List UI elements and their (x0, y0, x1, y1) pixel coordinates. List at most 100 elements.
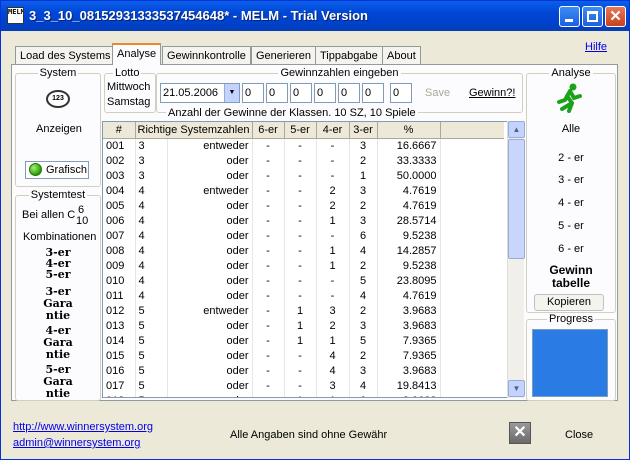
cell-5er: - (284, 378, 317, 393)
table-row[interactable]: 009 4 oder - -1 2 9.5238 (103, 258, 504, 273)
table-row[interactable]: 003 3 oder - - -1 50.0000 (103, 168, 504, 183)
close-x-icon[interactable]: ✕ (509, 422, 531, 444)
table-row[interactable]: 0185oder-1163.9683 (103, 393, 504, 397)
tab-gewinnkontrolle[interactable]: Gewinnkontrolle (162, 46, 251, 64)
col-header-richtige[interactable]: Richtige Systemzahlen (135, 122, 253, 139)
col-header-percent[interactable]: % (377, 122, 441, 139)
save-button[interactable]: Save (425, 87, 450, 99)
table-scrollbar[interactable]: ▲ ▼ (507, 121, 525, 398)
table-row[interactable]: 014 5 oder -1 1 5 7.9365 (103, 333, 504, 348)
table-row[interactable]: 010 4 oder - - -5 23.8095 (103, 273, 504, 288)
tab-generieren[interactable]: Generieren (251, 46, 317, 64)
number-input-3[interactable]: 0 (290, 83, 312, 103)
title-bar[interactable]: MELM 3_3_10_08152931333537454648* - MELM… (1, 1, 629, 31)
garantie-3er-button[interactable]: 3-er Gara ntie (27, 286, 89, 322)
col-header-3er[interactable]: 3-er (349, 122, 378, 139)
cell-6er: - (252, 258, 285, 273)
maximize-button[interactable] (582, 6, 603, 27)
table-row[interactable]: 016 5 oder - -4 3 3.9683 (103, 363, 504, 378)
cell-3er: 3 (349, 318, 378, 333)
email-link[interactable]: admin@winnersystem.org (13, 437, 140, 449)
zusatzzahl-input[interactable]: 0 (390, 83, 412, 103)
cell-5er: - (284, 138, 317, 153)
number-input-1[interactable]: 0 (242, 83, 264, 103)
garantie-4er-button[interactable]: 4-er Gara ntie (27, 325, 89, 361)
gewinn-button[interactable]: Gewinn?! (469, 87, 515, 99)
cell-percent: 14.2857 (377, 243, 441, 258)
garantie-5er-button[interactable]: 5-er Gara ntie (27, 364, 89, 400)
close-button[interactable]: Close (565, 429, 593, 441)
cell-3er: 4 (349, 288, 378, 303)
test-5er-button[interactable]: 5-er (27, 269, 89, 281)
analyse-5er-button[interactable]: 5 - er (531, 220, 611, 232)
analyse-alle-button[interactable]: Alle (531, 123, 611, 135)
dropdown-arrow-icon[interactable]: ▼ (224, 84, 239, 102)
number-input-6[interactable]: 0 (362, 83, 384, 103)
col-header-6er[interactable]: 6-er (252, 122, 285, 139)
mittwoch-option[interactable]: Mittwoch (107, 81, 150, 93)
tab-load-des-systems[interactable]: Load des Systems (15, 46, 116, 64)
gewinntabelle-button[interactable]: Gewinn tabelle (531, 264, 611, 290)
cell-5er: - (284, 273, 317, 288)
table-row[interactable]: 017 5 oder - -3 4 19.8413 (103, 378, 504, 393)
col-header-4er[interactable]: 4-er (316, 122, 350, 139)
number-input-2[interactable]: 0 (266, 83, 288, 103)
kopieren-button[interactable]: Kopieren (534, 294, 604, 311)
cell-6er: - (252, 153, 285, 168)
cell-5er: - (284, 258, 317, 273)
cell-4er: 1 (316, 393, 350, 397)
date-picker[interactable]: 21.05.2006 ▼ (160, 83, 240, 103)
table-row[interactable]: 015 5 oder - -4 2 7.9365 (103, 348, 504, 363)
tab-about[interactable]: About (382, 46, 421, 64)
analyse-3er-button[interactable]: 3 - er (531, 174, 611, 186)
samstag-option[interactable]: Samstag (107, 96, 150, 108)
cell-4er: - (316, 288, 350, 303)
cell-richtige: 4 (135, 198, 168, 213)
cell-percent: 3.9683 (377, 363, 441, 378)
minimize-button[interactable] (559, 6, 580, 27)
help-link[interactable]: Hilfe (585, 41, 607, 53)
running-man-icon[interactable] (556, 83, 582, 113)
scroll-down-icon[interactable]: ▼ (508, 380, 525, 397)
grafisch-option[interactable]: Grafisch (25, 161, 89, 179)
date-value: 21.05.2006 (163, 87, 219, 99)
table-row[interactable]: 008 4 oder - -1 4 14.2857 (103, 243, 504, 258)
analyse-6er-button[interactable]: 6 - er (531, 243, 611, 255)
analyse-4er-button[interactable]: 4 - er (531, 197, 611, 209)
cell-percent: 50.0000 (377, 168, 441, 183)
results-table[interactable]: # Richtige Systemzahlen 6-er 5-er 4-er 3… (102, 121, 523, 398)
cell-number: 002 (103, 153, 136, 168)
cell-3er: 4 (349, 378, 378, 393)
number-input-4[interactable]: 0 (314, 83, 336, 103)
col-header-number[interactable]: # (103, 122, 136, 139)
website-link[interactable]: http://www.winnersystem.org (13, 421, 153, 433)
number-input-5[interactable]: 0 (338, 83, 360, 103)
scroll-thumb[interactable] (508, 139, 525, 259)
close-window-button[interactable]: ✕ (605, 6, 626, 27)
cell-logic: oder (167, 198, 253, 213)
col-header-5er[interactable]: 5-er (284, 122, 317, 139)
cell-richtige: 3 (135, 153, 168, 168)
table-row[interactable]: 005 4 oder - -2 2 4.7619 (103, 198, 504, 213)
anzeigen-label[interactable]: Anzeigen (36, 123, 82, 135)
table-row[interactable]: 007 4 oder - - -6 9.5238 (103, 228, 504, 243)
table-row[interactable]: 001 3 entweder - - -3 16.6667 (103, 138, 504, 153)
table-row[interactable]: 011 4 oder - - -4 4.7619 (103, 288, 504, 303)
table-header-row: # Richtige Systemzahlen 6-er 5-er 4-er 3… (103, 122, 504, 139)
scroll-up-icon[interactable]: ▲ (508, 121, 525, 138)
table-row[interactable]: 012 5 entweder -1 3 2 3.9683 (103, 303, 504, 318)
maximize-icon (587, 11, 598, 22)
cell-number: 004 (103, 183, 136, 198)
cell-6er: - (252, 303, 285, 318)
table-row[interactable]: 002 3 oder - - -2 33.3333 (103, 153, 504, 168)
tab-analyse[interactable]: Analyse (112, 43, 162, 65)
cell-3er: 3 (349, 213, 378, 228)
analyse-2er-button[interactable]: 2 - er (531, 152, 611, 164)
close-icon: ✕ (609, 8, 622, 25)
table-row[interactable]: 013 5 oder -1 2 3 3.9683 (103, 318, 504, 333)
table-row[interactable]: 004 4 entweder - -2 3 4.7619 (103, 183, 504, 198)
table-row[interactable]: 006 4 oder - -1 3 28.5714 (103, 213, 504, 228)
col-header-filler (440, 122, 504, 139)
tab-tippabgabe[interactable]: Tippabgabe (315, 46, 383, 64)
speech-bubble-icon[interactable]: 123 (46, 90, 70, 108)
